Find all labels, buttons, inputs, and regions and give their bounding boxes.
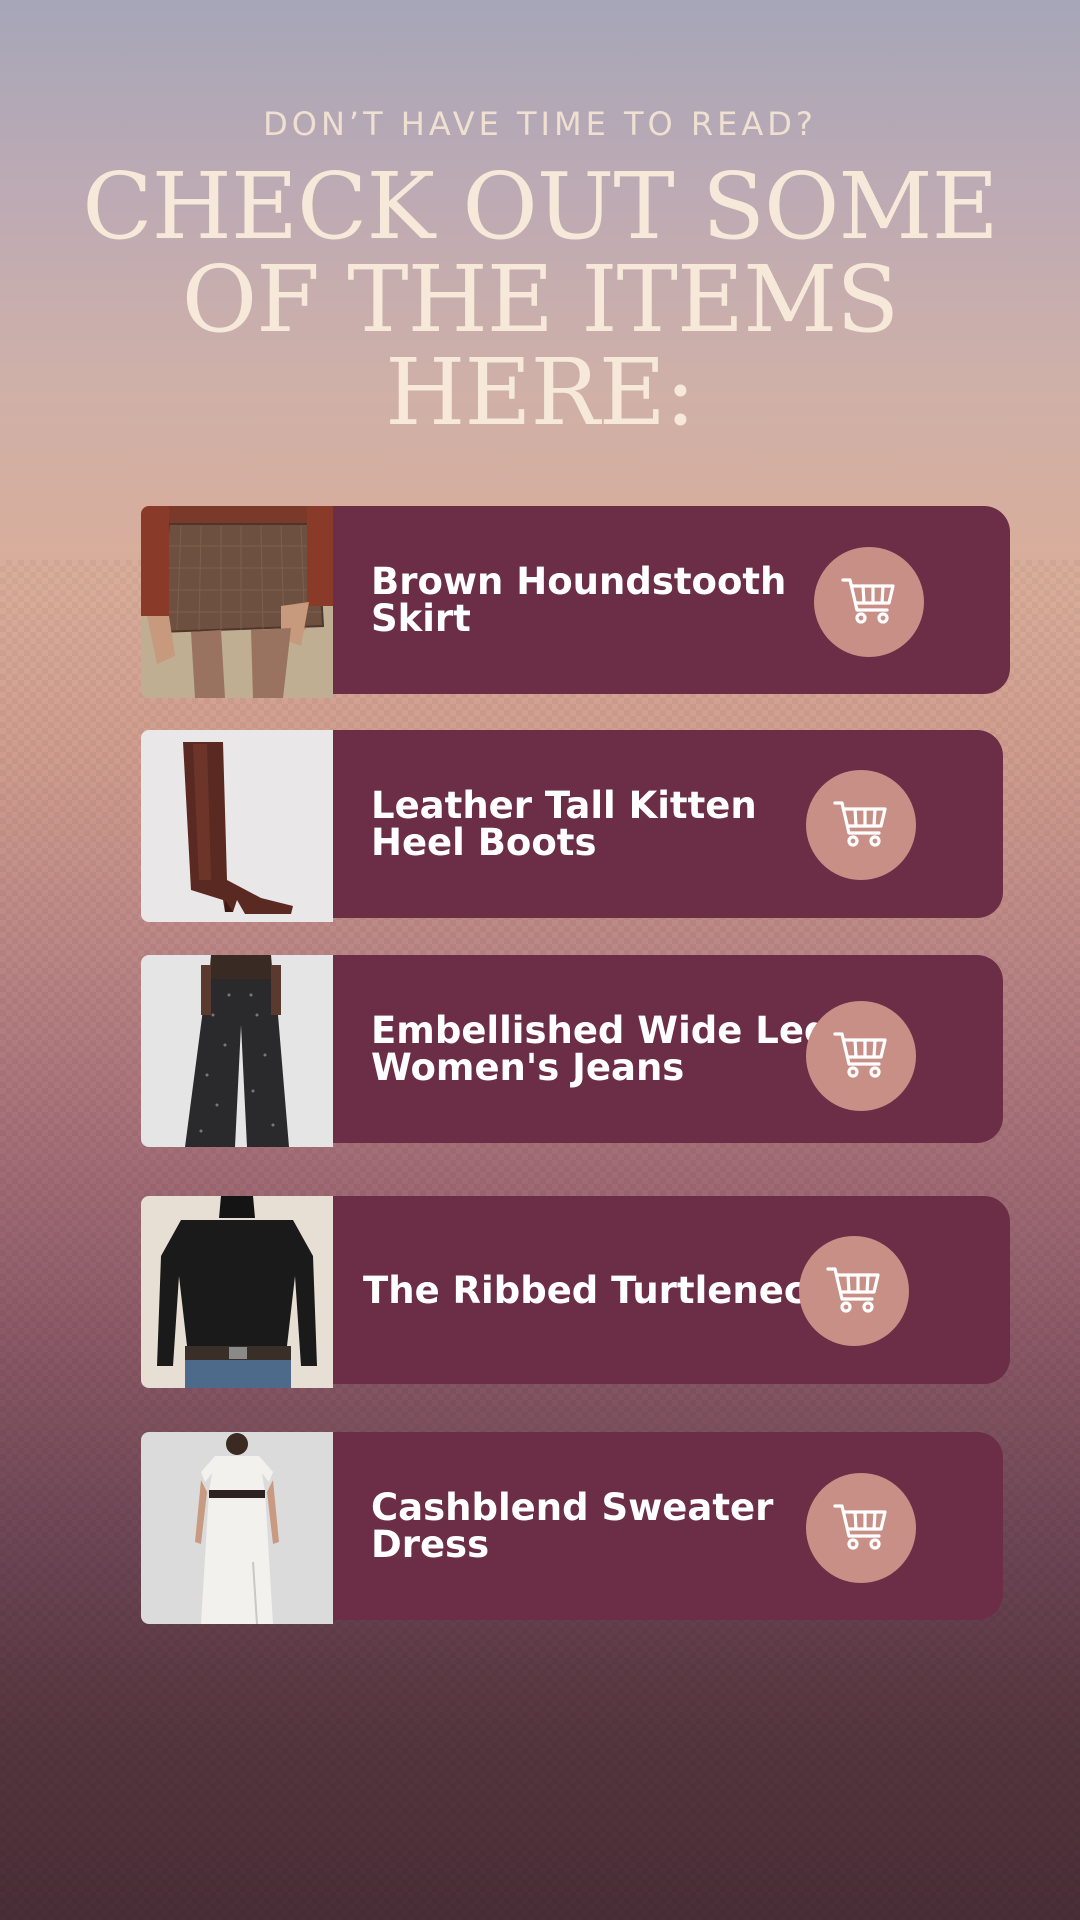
add-to-cart-button[interactable] <box>799 1236 909 1346</box>
product-name: Embellished Wide Leg Women's Jeans <box>333 955 830 1143</box>
product-name: Leather Tall Kitten Heel Boots <box>333 730 757 918</box>
product-name-line1: Embellished Wide Leg <box>371 1009 831 1052</box>
header-title: CHECK OUT SOME OF THE ITEMS HERE: <box>82 153 999 446</box>
product-name-line2: Women's Jeans <box>371 1046 685 1089</box>
product-name: Brown Houndstooth Skirt <box>333 506 786 694</box>
product-image-dress <box>141 1432 333 1624</box>
product-name: Cashblend Sweater Dress <box>333 1432 773 1620</box>
product-image-boots <box>141 730 333 922</box>
product-name-line2: Skirt <box>371 597 471 640</box>
shopping-cart-icon <box>831 1024 891 1088</box>
shopping-cart-icon <box>831 1496 891 1560</box>
product-name-line1: Leather Tall Kitten <box>371 784 757 827</box>
product-image-turtleneck <box>141 1196 333 1388</box>
shopping-cart-icon <box>831 793 891 857</box>
product-name-line1: Brown Houndstooth <box>371 560 787 603</box>
header-subtitle: DON’T HAVE TIME TO READ? <box>263 105 817 143</box>
product-name-line2: Dress <box>371 1523 490 1566</box>
product-image-skirt <box>141 506 333 698</box>
shopping-cart-icon <box>839 570 899 634</box>
shopping-cart-icon <box>824 1259 884 1323</box>
add-to-cart-button[interactable] <box>806 1001 916 1111</box>
product-image-jeans <box>141 955 333 1147</box>
product-name-line1: Cashblend Sweater <box>371 1486 774 1529</box>
add-to-cart-button[interactable] <box>806 770 916 880</box>
product-name-line1: The Ribbed Turtleneck <box>363 1268 831 1312</box>
add-to-cart-button[interactable] <box>814 547 924 657</box>
product-name-line2: Heel Boots <box>371 821 597 864</box>
product-name: The Ribbed Turtleneck <box>333 1196 830 1384</box>
add-to-cart-button[interactable] <box>806 1473 916 1583</box>
